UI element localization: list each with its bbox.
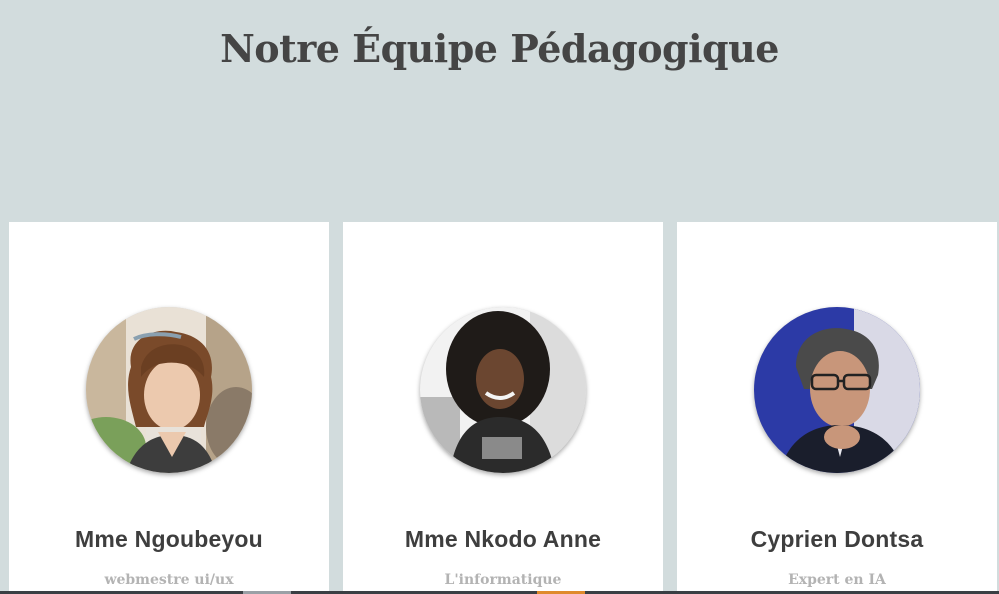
avatar-photo-woman-curly-hair xyxy=(86,307,252,473)
avatar-photo-man-glasses xyxy=(754,307,920,473)
member-name: Mme Nkodo Anne xyxy=(404,526,602,552)
page-title: Notre Équipe Pédagogique xyxy=(220,26,779,71)
avatar xyxy=(86,307,252,473)
avatar xyxy=(420,307,586,473)
avatar xyxy=(754,307,920,473)
member-role: Expert en IA xyxy=(788,572,886,588)
member-role: webmestre ui/ux xyxy=(104,572,234,588)
member-name: Mme Ngoubeyou xyxy=(75,526,263,552)
member-name: Cyprien Dontsa xyxy=(750,526,924,552)
team-cards: Mme Ngoubeyou webmestre ui/ux Mme Nkodo … xyxy=(0,222,999,594)
team-card: Mme Ngoubeyou webmestre ui/ux xyxy=(9,222,329,594)
team-card: Mme Nkodo Anne L'informatique xyxy=(343,222,663,594)
member-role: L'informatique xyxy=(444,572,562,588)
team-card: Cyprien Dontsa Expert en IA xyxy=(677,222,997,594)
avatar-photo-woman-afro xyxy=(420,307,586,473)
